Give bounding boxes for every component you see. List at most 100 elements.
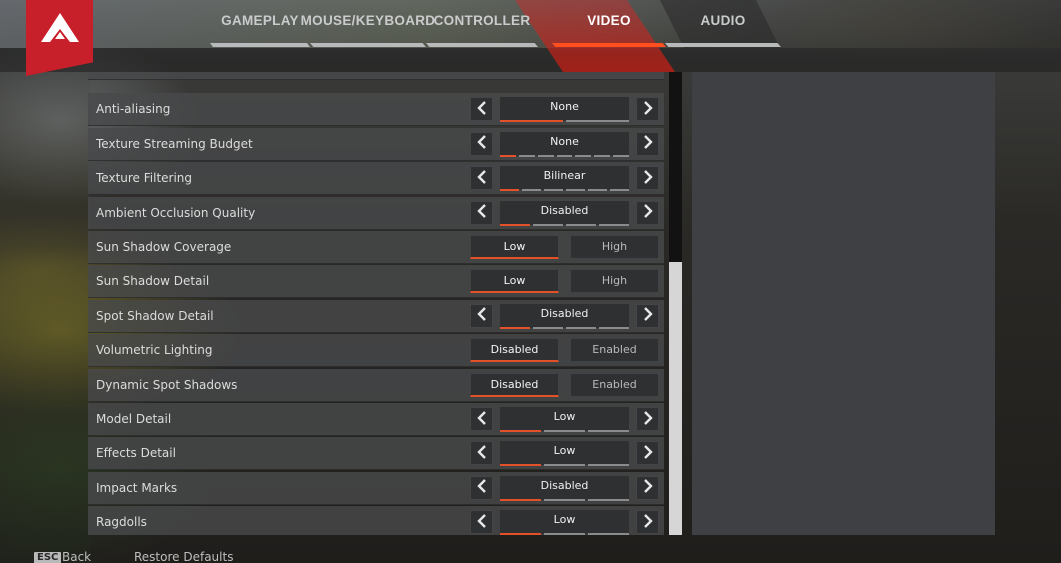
tab-video[interactable]: VIDEO xyxy=(552,0,666,48)
option-button-low[interactable]: Low xyxy=(470,269,559,294)
tab-audio[interactable]: AUDIO xyxy=(665,0,781,48)
setting-level-indicator xyxy=(500,464,629,467)
setting-row: Effects Detail Low xyxy=(88,437,664,471)
previous-option-button[interactable] xyxy=(470,475,493,500)
setting-value: Low xyxy=(553,513,576,527)
option-button-high[interactable]: High xyxy=(570,235,659,259)
setting-stepper: Low xyxy=(470,506,660,535)
level-segment xyxy=(500,223,530,226)
chevron-left-icon xyxy=(476,444,487,463)
next-option-button[interactable] xyxy=(636,475,659,500)
setting-value: Disabled xyxy=(540,306,589,320)
level-segment xyxy=(518,154,535,157)
option-button-low[interactable]: Low xyxy=(470,235,559,259)
tab-gameplay[interactable]: GAMEPLAY xyxy=(210,0,310,48)
previous-option-button[interactable] xyxy=(470,510,493,535)
level-segment xyxy=(500,120,563,123)
setting-value-display: Disabled xyxy=(500,475,629,501)
previous-option-button[interactable] xyxy=(470,407,493,431)
level-segment xyxy=(566,189,585,192)
level-segment xyxy=(566,326,596,329)
previous-option-button[interactable] xyxy=(470,166,493,191)
next-option-button[interactable] xyxy=(636,97,659,122)
level-segment xyxy=(533,223,563,226)
setting-stepper: Disabled xyxy=(470,472,660,505)
level-segment xyxy=(537,154,554,157)
setting-row: Sun Shadow Coverage Low High xyxy=(88,231,664,264)
tab-label: AUDIO xyxy=(700,12,746,28)
setting-level-indicator xyxy=(500,498,629,501)
tab-label: GAMEPLAY xyxy=(221,12,299,28)
setting-stepper: Disabled xyxy=(470,300,660,333)
option-button-enabled[interactable]: Enabled xyxy=(570,338,659,363)
setting-label: Ragdolls xyxy=(96,515,147,530)
setting-level-indicator xyxy=(500,120,629,123)
next-option-button[interactable] xyxy=(636,131,659,156)
option-button-disabled[interactable]: Disabled xyxy=(470,372,559,397)
previous-option-button[interactable] xyxy=(470,97,493,122)
setting-row: Model Detail Low xyxy=(88,403,664,436)
setting-value: Low xyxy=(553,444,576,458)
chevron-left-icon xyxy=(476,134,487,153)
setting-toggle: Low High xyxy=(470,265,660,298)
setting-stepper: Disabled xyxy=(470,197,660,230)
tab-controller[interactable]: CONTROLLER xyxy=(426,0,538,48)
setting-row: Ambient Occlusion Quality Disabled xyxy=(88,196,664,230)
previous-option-button[interactable] xyxy=(470,131,493,156)
setting-label: Texture Filtering xyxy=(96,171,193,186)
level-segment xyxy=(500,464,541,467)
setting-value-display: None xyxy=(500,97,629,123)
setting-row: Impact Marks Disabled xyxy=(88,471,664,505)
scrollbar-track[interactable] xyxy=(669,72,682,535)
setting-label: Effects Detail xyxy=(96,446,176,461)
tab-underline-active xyxy=(552,43,666,47)
level-segment xyxy=(613,154,630,157)
option-button-enabled[interactable]: Enabled xyxy=(570,372,659,397)
option-button-high[interactable]: High xyxy=(570,269,659,294)
back-button[interactable]: Back xyxy=(62,550,91,563)
setting-value-display: Disabled xyxy=(500,200,629,226)
level-segment xyxy=(544,464,585,467)
tab-underline xyxy=(210,43,310,47)
setting-toggle: Low High xyxy=(470,231,660,264)
setting-value-display: Low xyxy=(500,510,629,535)
tab-mouse-keyboard[interactable]: MOUSE/KEYBOARD xyxy=(301,0,435,48)
chevron-left-icon xyxy=(476,513,487,532)
setting-value-display: Disabled xyxy=(500,303,629,329)
setting-level-indicator xyxy=(500,189,629,192)
level-segment xyxy=(522,189,541,192)
setting-row: Spot Shadow Detail Disabled xyxy=(88,299,664,333)
option-button-disabled[interactable]: Disabled xyxy=(470,338,559,363)
setting-label: Sun Shadow Coverage xyxy=(96,240,232,254)
chevron-right-icon xyxy=(643,444,653,463)
next-option-button[interactable] xyxy=(636,441,659,466)
level-segment xyxy=(588,498,629,501)
next-option-button[interactable] xyxy=(636,200,659,225)
setting-label: Anti-aliasing xyxy=(96,102,171,117)
next-option-button[interactable] xyxy=(636,303,659,328)
background-scene xyxy=(0,48,90,563)
level-segment xyxy=(599,326,629,329)
restore-defaults-button[interactable]: Restore Defaults xyxy=(134,550,233,563)
chevron-right-icon xyxy=(643,513,653,532)
previous-option-button[interactable] xyxy=(470,441,493,466)
next-option-button[interactable] xyxy=(636,166,659,191)
chevron-right-icon xyxy=(643,478,653,497)
previous-option-button[interactable] xyxy=(470,200,493,225)
previous-option-button[interactable] xyxy=(470,303,493,328)
setting-toggle: Disabled Enabled xyxy=(470,369,660,402)
next-option-button[interactable] xyxy=(636,407,659,431)
chevron-right-icon xyxy=(643,306,653,325)
setting-level-indicator xyxy=(500,154,630,157)
level-segment xyxy=(500,430,541,432)
settings-tabs: GAMEPLAY MOUSE/KEYBOARD CONTROLLER VIDEO… xyxy=(0,0,1061,48)
setting-value: Disabled xyxy=(540,478,589,492)
next-option-button[interactable] xyxy=(636,510,659,535)
level-segment xyxy=(588,464,629,467)
level-segment xyxy=(533,326,563,329)
scrollbar-thumb[interactable] xyxy=(669,261,682,535)
chevron-left-icon xyxy=(476,169,487,188)
chevron-left-icon xyxy=(476,410,487,429)
tab-underline xyxy=(310,43,426,47)
setting-label: Ambient Occlusion Quality xyxy=(96,205,256,220)
